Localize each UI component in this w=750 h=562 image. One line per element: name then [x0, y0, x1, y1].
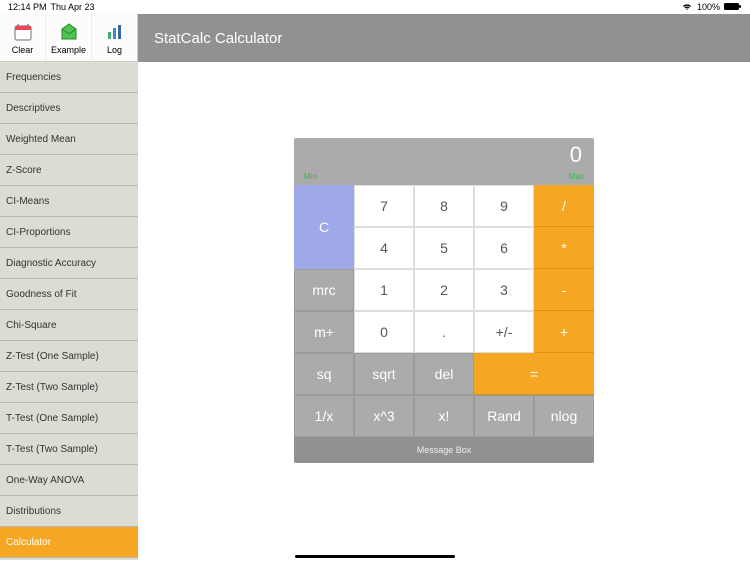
calc-6-button[interactable]: 6 [474, 227, 534, 269]
calc-rand-button[interactable]: Rand [474, 395, 534, 437]
calc-plusminus-button[interactable]: +/- [474, 311, 534, 353]
calc-9-button[interactable]: 9 [474, 185, 534, 227]
calc-clear-button[interactable]: C [294, 185, 354, 269]
calc-cube-button[interactable]: x^3 [354, 395, 414, 437]
sidebar[interactable]: FrequenciesDescriptivesWeighted MeanZ-Sc… [0, 62, 138, 560]
sidebar-item-descriptives[interactable]: Descriptives [0, 93, 138, 124]
calc-del-button[interactable]: del [414, 353, 474, 395]
calc-4-button[interactable]: 4 [354, 227, 414, 269]
sidebar-item-frequencies[interactable]: Frequencies [0, 62, 138, 93]
sidebar-item-ci-proportions[interactable]: CI-Proportions [0, 217, 138, 248]
example-icon [58, 21, 80, 43]
calc-subtract-button[interactable]: - [534, 269, 594, 311]
calc-mplus-button[interactable]: m+ [294, 311, 354, 353]
log-button[interactable]: Log [92, 14, 137, 61]
calc-add-button[interactable]: + [534, 311, 594, 353]
status-date: Thu Apr 23 [51, 2, 95, 12]
sidebar-item-z-test-one-sample-[interactable]: Z-Test (One Sample) [0, 341, 138, 372]
calc-mrc-button[interactable]: mrc [294, 269, 354, 311]
calc-max-label: Max [569, 172, 584, 181]
toolbar: Clear Example Log [0, 14, 138, 62]
sidebar-item-t-test-two-sample-[interactable]: T-Test (Two Sample) [0, 434, 138, 465]
log-icon [104, 21, 126, 43]
calc-1-button[interactable]: 1 [354, 269, 414, 311]
calc-divide-button[interactable]: / [534, 185, 594, 227]
calc-dot-button[interactable]: . [414, 311, 474, 353]
sidebar-item-t-test-one-sample-[interactable]: T-Test (One Sample) [0, 403, 138, 434]
calc-min-label: Min [304, 172, 317, 181]
calc-7-button[interactable]: 7 [354, 185, 414, 227]
example-label: Example [51, 45, 86, 55]
calc-range-labels: Min Max [294, 172, 594, 185]
sidebar-item-one-way-anova[interactable]: One-Way ANOVA [0, 465, 138, 496]
sidebar-item-z-score[interactable]: Z-Score [0, 155, 138, 186]
sidebar-item-calculator[interactable]: Calculator [0, 527, 138, 558]
calc-message-box: Message Box [294, 437, 594, 463]
sidebar-item-diagnostic-accuracy[interactable]: Diagnostic Accuracy [0, 248, 138, 279]
calc-sqrt-button[interactable]: sqrt [354, 353, 414, 395]
status-time: 12:14 PM [8, 2, 47, 12]
calc-inverse-button[interactable]: 1/x [294, 395, 354, 437]
calc-multiply-button[interactable]: * [534, 227, 594, 269]
calc-5-button[interactable]: 5 [414, 227, 474, 269]
wifi-icon [681, 2, 693, 13]
calculator: 0 Min Max C 7 8 9 / 4 5 6 * mrc 1 2 3 - … [294, 138, 594, 463]
clear-button[interactable]: Clear [0, 14, 46, 61]
home-indicator [295, 555, 455, 558]
calc-2-button[interactable]: 2 [414, 269, 474, 311]
calc-sq-button[interactable]: sq [294, 353, 354, 395]
calc-3-button[interactable]: 3 [474, 269, 534, 311]
clear-label: Clear [12, 45, 34, 55]
status-bar: 12:14 PM Thu Apr 23 100% [0, 0, 750, 14]
battery-pct: 100% [697, 2, 720, 12]
sidebar-item-distributions[interactable]: Distributions [0, 496, 138, 527]
sidebar-item-goodness-of-fit[interactable]: Goodness of Fit [0, 279, 138, 310]
calc-8-button[interactable]: 8 [414, 185, 474, 227]
sidebar-item-ci-means[interactable]: CI-Means [0, 186, 138, 217]
log-label: Log [107, 45, 122, 55]
clear-icon [12, 21, 34, 43]
page-title: StatCalc Calculator [154, 30, 282, 47]
calc-factorial-button[interactable]: x! [414, 395, 474, 437]
calc-0-button[interactable]: 0 [354, 311, 414, 353]
calc-display: 0 [294, 138, 594, 172]
calc-equals-button[interactable]: = [474, 353, 594, 395]
calc-nlog-button[interactable]: nlog [534, 395, 594, 437]
sidebar-item-weighted-mean[interactable]: Weighted Mean [0, 124, 138, 155]
calc-keypad: C 7 8 9 / 4 5 6 * mrc 1 2 3 - m+ 0 . +/-… [294, 185, 594, 437]
main-area: 0 Min Max C 7 8 9 / 4 5 6 * mrc 1 2 3 - … [138, 62, 750, 562]
example-button[interactable]: Example [46, 14, 92, 61]
sidebar-item-chi-square[interactable]: Chi-Square [0, 310, 138, 341]
battery-icon [724, 2, 742, 13]
header: StatCalc Calculator [138, 14, 750, 62]
sidebar-item-z-test-two-sample-[interactable]: Z-Test (Two Sample) [0, 372, 138, 403]
